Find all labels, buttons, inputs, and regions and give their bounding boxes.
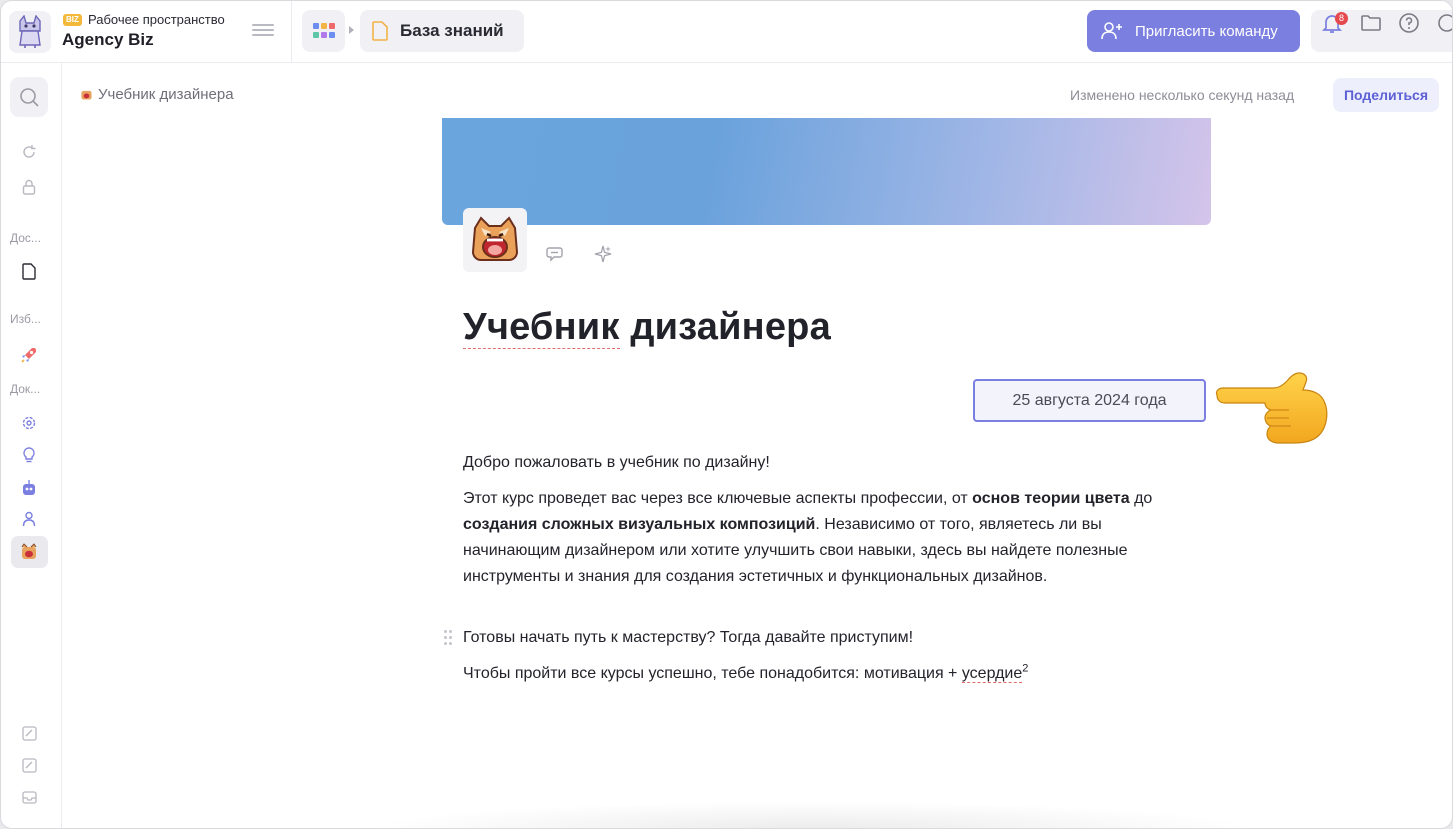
workspace-logo[interactable] [9,11,51,53]
workspace-label: Рабочее пространство [88,12,225,27]
bottom-shadow [361,801,1261,828]
intro-bold-color-theory: основ теории цвета [972,490,1130,507]
notification-badge: 8 [1335,12,1348,25]
document-avatar[interactable] [463,208,527,272]
tab-knowledge-base[interactable]: База знаний [360,10,524,52]
share-button[interactable]: Поделиться [1333,78,1439,112]
workspace-name[interactable]: Agency Biz [62,30,154,50]
title-word-1: Учебник [463,306,620,349]
ai-sparkle-icon[interactable] [593,244,613,264]
intro-text-a: Этот курс проведет вас через все ключевы… [463,490,973,507]
shiba-avatar-icon [19,542,39,562]
refresh-icon[interactable] [19,142,39,162]
edit-note-icon-2[interactable] [19,755,39,775]
paragraph-welcome[interactable]: Добро пожаловать в учебник по дизайну! [463,450,1183,476]
cat-mascot-icon [19,15,41,48]
apps-grid-icon [312,23,335,38]
divider [291,1,292,63]
comment-icon[interactable] [546,244,566,264]
formula-text: Чтобы пройти все курсы успешно, тебе пон… [463,665,962,682]
invite-team-button[interactable]: Пригласить команду [1087,10,1300,52]
inbox-icon[interactable] [19,787,39,807]
breadcrumb[interactable]: Учебник дизайнера [80,86,234,103]
document-icon[interactable] [19,261,39,281]
help-icon[interactable] [1397,11,1421,35]
paragraph-intro[interactable]: Этот курс проведет вас через все ключевы… [463,486,1183,590]
cover-image[interactable] [442,118,1211,225]
lock-icon[interactable] [19,177,39,197]
person-icon[interactable] [19,509,39,529]
page-title[interactable]: Учебник дизайнера [463,306,831,349]
menu-icon[interactable] [252,21,274,41]
edit-note-icon[interactable] [19,723,39,743]
paragraph-formula[interactable]: Чтобы пройти все курсы успешно, тебе пон… [463,661,1183,687]
gear-icon[interactable] [19,413,39,433]
date-field[interactable]: 25 августа 2024 года [973,379,1206,422]
last-modified-text: Изменено несколько секунд назад [1070,87,1295,103]
intro-bold-compositions: создания сложных визуальных композиций [463,516,816,533]
breadcrumb-label: Учебник дизайнера [98,86,234,103]
rail-section-favorites: Изб... [10,312,41,326]
tab-label: База знаний [400,21,504,40]
search-icon[interactable] [1435,11,1453,35]
document-icon [372,21,388,41]
folder-icon[interactable] [1359,11,1383,35]
rail-section-docs: Дос... [10,231,41,245]
superscript: 2 [1022,662,1029,675]
title-word-2: дизайнера [630,306,831,348]
paragraph-cta[interactable]: Готовы начать путь к мастерству? Тогда д… [463,625,1183,651]
apps-button[interactable] [302,10,345,52]
robot-icon[interactable] [19,477,39,497]
search-icon [20,88,39,107]
shiba-avatar-icon [471,216,519,261]
rail-search-button[interactable] [10,77,48,117]
add-user-icon [1101,22,1122,40]
rocket-icon[interactable] [19,345,39,365]
pointing-hand-emoji [1215,372,1328,444]
top-bar: BIZ Рабочее пространство Agency Biz База… [1,1,1453,63]
app-window: BIZ Рабочее пространство Agency Biz База… [0,0,1453,829]
invite-label: Пригласить команду [1135,22,1278,40]
rail-section-docs-2: Док... [10,382,41,396]
drag-handle-icon[interactable] [444,630,454,646]
shiba-avatar-icon [81,90,92,100]
chevron-right-icon [349,26,354,34]
biz-badge: BIZ [63,14,82,26]
left-rail: Дос... Изб... Док... [1,63,62,828]
lightbulb-icon[interactable] [19,445,39,465]
formula-word: усердие [961,665,1023,683]
intro-text-c: до [1129,490,1153,507]
